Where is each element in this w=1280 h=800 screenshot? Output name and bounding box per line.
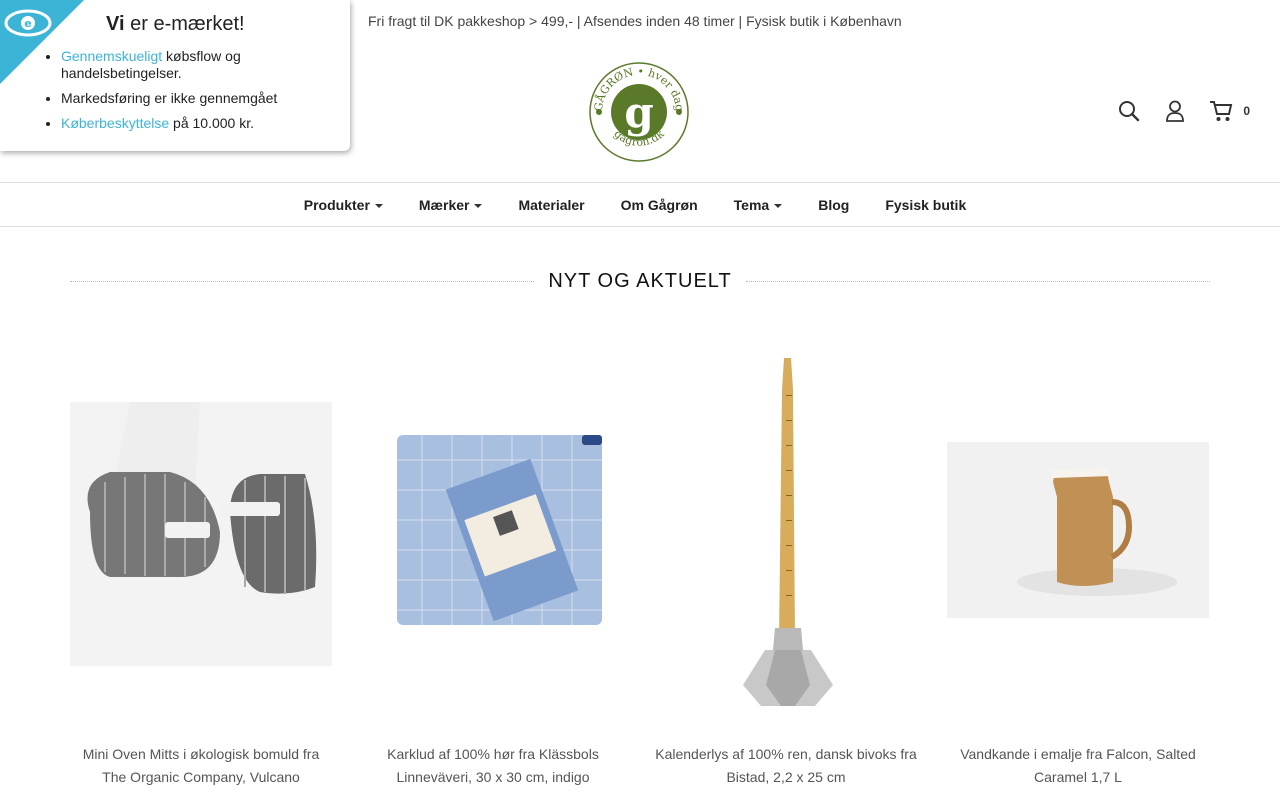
search-icon[interactable] (1117, 98, 1141, 124)
emaerket-link[interactable]: Gennemskueligt (61, 48, 162, 64)
product-title[interactable]: Kalenderlys af 100% ren, dansk bivoks fr… (655, 743, 917, 789)
svg-text:e: e (24, 17, 31, 30)
site-logo[interactable]: GÅGRØN • hver dag gagron.dk g (588, 61, 690, 163)
nav-item-label: Fysisk butik (885, 196, 967, 213)
product-title[interactable]: Mini Oven Mitts i økologisk bomuld fra T… (70, 743, 332, 789)
product-image-oven-mitts[interactable] (70, 345, 332, 715)
product-card[interactable]: Karklud af 100% hør fra Klässbols Linnev… (362, 345, 624, 789)
logo-mark: GÅGRØN • hver dag gagron.dk g (589, 62, 689, 162)
emaerket-item: Gennemskueligt købsflow og handelsbeting… (61, 48, 331, 82)
emaerket-item: Markedsføring er ikke gennemgået (61, 90, 331, 107)
product-image-dishcloth[interactable] (362, 345, 624, 715)
nav-item-blog[interactable]: Blog (800, 197, 867, 213)
nav-item-mærker[interactable]: Mærker (401, 197, 501, 213)
nav-item-produkter[interactable]: Produkter (286, 197, 401, 213)
emaerket-list: Gennemskueligt købsflow og handelsbeting… (61, 48, 331, 140)
nav-item-label: Materialer (518, 196, 585, 213)
nav-item-materialer[interactable]: Materialer (500, 197, 602, 213)
section-heading: NYT OG AKTUELT (70, 268, 1211, 294)
top-announcement: Fri fragt til DK pakkeshop > 499,- | Afs… (368, 13, 902, 29)
caret-down-icon (374, 203, 383, 208)
emaerket-heading: Vi er e-mærket! (106, 13, 245, 35)
emaerket-link[interactable]: Køberbeskyttelse (61, 115, 169, 131)
heading-rule-right (745, 280, 1211, 282)
account-icon[interactable] (1163, 98, 1187, 124)
cart-button[interactable]: 0 (1209, 100, 1250, 122)
logo-letter: g (624, 88, 653, 137)
heading-rule-left (70, 280, 535, 282)
nav-item-label: Tema (733, 196, 770, 213)
main-nav: Produkter Mærker Materialer Om Gågrøn Tema Bl… (0, 182, 1280, 227)
nav-item-tema[interactable]: Tema (716, 197, 801, 213)
nav-item-fysisk-butik[interactable]: Fysisk butik (867, 197, 984, 213)
nav-item-label: Produkter (303, 196, 370, 213)
cart-count: 0 (1243, 104, 1250, 118)
header-actions: 0 (1117, 98, 1250, 124)
caret-down-icon (474, 203, 483, 208)
nav-item-label: Mærker (418, 196, 470, 213)
nav-item-label: Om Gågrøn (620, 196, 698, 213)
emaerket-item: Køberbeskyttelse på 10.000 kr. (61, 115, 331, 132)
product-image-jug[interactable] (947, 345, 1209, 715)
cart-icon (1210, 101, 1233, 121)
emaerket-badge[interactable]: e Vi er e-mærket! Gennemskueligt købsflo… (0, 0, 350, 151)
nav-item-om-gågrøn[interactable]: Om Gågrøn (603, 197, 716, 213)
product-image-candle[interactable] (655, 345, 917, 715)
product-card[interactable]: Mini Oven Mitts i økologisk bomuld fra T… (70, 345, 332, 789)
product-card[interactable]: Kalenderlys af 100% ren, dansk bivoks fr… (655, 345, 917, 789)
product-title[interactable]: Vandkande i emalje fra Falcon, Salted Ca… (947, 743, 1209, 789)
product-title[interactable]: Karklud af 100% hør fra Klässbols Linnev… (362, 743, 624, 789)
product-card[interactable]: Vandkande i emalje fra Falcon, Salted Ca… (947, 345, 1209, 789)
caret-down-icon (774, 203, 783, 208)
section-title: NYT OG AKTUELT (548, 269, 732, 292)
nav-item-label: Blog (818, 196, 850, 213)
